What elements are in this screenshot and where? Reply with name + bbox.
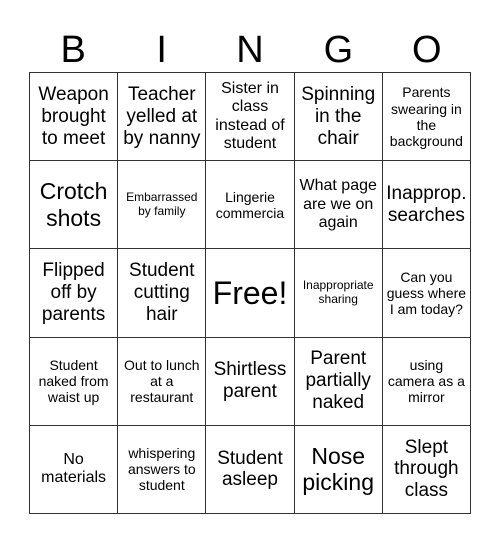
cell-label: No materials <box>41 451 107 487</box>
cell-label: Crotch shots <box>39 178 108 231</box>
bingo-cell[interactable]: What page are we on again <box>294 161 383 250</box>
free-space-cell[interactable]: Free! <box>206 249 295 338</box>
header-letter-g: G <box>323 29 354 71</box>
cell-label: Lingerie commercia <box>215 188 285 221</box>
cell-label: Spinning in the chair <box>301 83 376 149</box>
bingo-cell[interactable]: Flipped off by parents <box>30 249 119 338</box>
header-letter-o: O <box>412 29 442 71</box>
bingo-cell[interactable]: Student cutting hair <box>118 249 207 338</box>
bingo-cell[interactable]: Sister in class instead of student <box>206 73 295 162</box>
bingo-cell[interactable]: Parent partially naked <box>294 337 383 426</box>
bingo-cell[interactable]: Teacher yelled at by nanny <box>118 73 207 162</box>
header-letter-n: N <box>236 29 264 71</box>
bingo-cell[interactable]: Student naked from waist up <box>30 337 119 426</box>
cell-label: Parent partially naked <box>305 348 371 414</box>
bingo-cell[interactable]: Parents swearing in the background <box>382 73 471 162</box>
bingo-cell[interactable]: Out to lunch at a restaurant <box>118 337 207 426</box>
bingo-header: B I N G O <box>29 28 471 72</box>
bingo-cell[interactable]: Can you guess where I am today? <box>382 249 471 338</box>
bingo-cell[interactable]: Nose picking <box>294 425 383 514</box>
bingo-cell[interactable]: No materials <box>30 425 119 514</box>
cell-label: using camera as a mirror <box>387 357 465 406</box>
cell-label: Shirtless parent <box>213 359 287 403</box>
bingo-cell[interactable]: Student asleep <box>206 425 295 514</box>
cell-label: Inappropriate sharing <box>302 278 374 306</box>
cell-label: Slept through class <box>394 436 459 502</box>
bingo-grid: Weapon brought to meet Teacher yelled at … <box>29 72 471 514</box>
cell-label: Embarrassed by family <box>126 189 198 218</box>
bingo-cell[interactable]: Shirtless parent <box>206 337 295 426</box>
cell-label: Parents swearing in the background <box>389 84 463 149</box>
bingo-cell[interactable]: using camera as a mirror <box>382 337 471 426</box>
cell-label: Student asleep <box>217 447 283 491</box>
bingo-cell[interactable]: Crotch shots <box>30 161 119 250</box>
cell-label: What page are we on again <box>299 177 377 231</box>
cell-label: Sister in class instead of student <box>215 79 285 152</box>
cell-label: Student naked from waist up <box>38 357 109 406</box>
bingo-cell[interactable]: Lingerie commercia <box>206 161 295 250</box>
cell-label: whispering answers to student <box>127 445 196 494</box>
header-letter-b: B <box>60 29 86 71</box>
bingo-cell[interactable]: Spinning in the chair <box>294 73 383 162</box>
header-letter-i: I <box>156 29 167 71</box>
bingo-cell[interactable]: Embarrassed by family <box>118 161 207 250</box>
cell-label: Can you guess where I am today? <box>386 268 467 318</box>
cell-label: Flipped off by parents <box>41 260 106 325</box>
bingo-cell[interactable]: whispering answers to student <box>118 425 207 514</box>
bingo-cell[interactable]: Inappropriate sharing <box>294 249 383 338</box>
cell-label: Nose picking <box>302 442 374 496</box>
cell-label: Inapprop. searches <box>386 182 467 226</box>
cell-label: Teacher yelled at by nanny <box>123 83 201 149</box>
cell-label: Out to lunch at a restaurant <box>124 357 200 406</box>
cell-label: Weapon brought to meet <box>38 83 109 149</box>
bingo-cell[interactable]: Slept through class <box>382 425 471 514</box>
bingo-cell[interactable]: Weapon brought to meet <box>30 73 119 162</box>
bingo-cell[interactable]: Inapprop. searches <box>382 161 471 250</box>
cell-label: Free! <box>212 274 288 311</box>
cell-label: Student cutting hair <box>129 260 195 325</box>
